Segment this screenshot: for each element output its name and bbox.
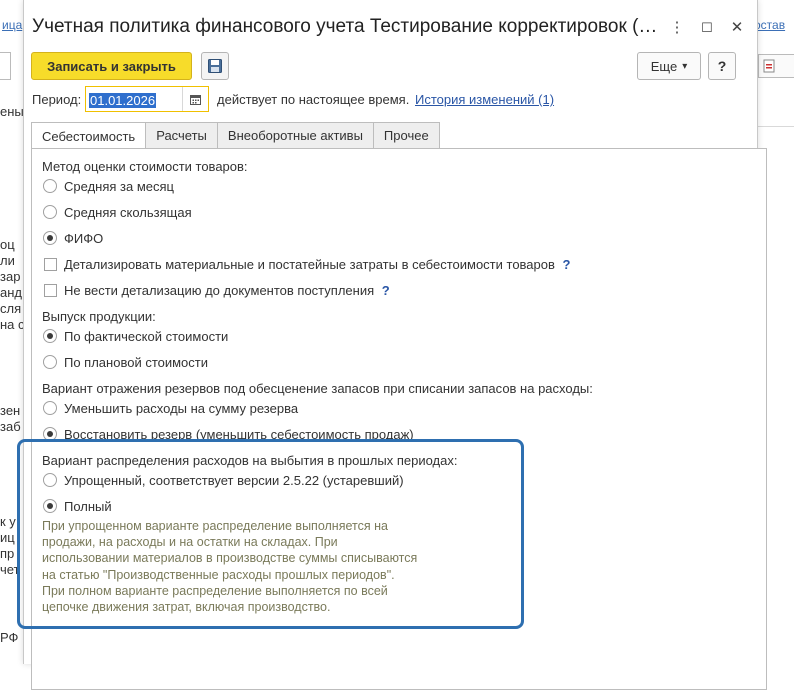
radio-label: По фактической стоимости bbox=[64, 329, 229, 344]
radio-label: По плановой стоимости bbox=[64, 355, 208, 370]
bg-fragment: иц bbox=[0, 530, 15, 545]
more-menu-icon[interactable]: ⋮ bbox=[668, 18, 686, 36]
radio-label: Упрощенный, соответствует версии 2.5.22 … bbox=[64, 473, 404, 488]
dialog-title: Учетная политика финансового учета Тести… bbox=[32, 16, 658, 37]
bg-button-fragment[interactable] bbox=[758, 54, 794, 78]
radio-reserve-restore[interactable] bbox=[43, 427, 57, 441]
radio-method-monthly[interactable] bbox=[43, 179, 57, 193]
checkbox-detail-costs[interactable] bbox=[44, 258, 57, 271]
period-date-input[interactable]: 01.01.2026 bbox=[85, 86, 209, 112]
radio-label: Уменьшить расходы на сумму резерва bbox=[64, 401, 299, 416]
bg-link-fragment[interactable]: остав bbox=[754, 18, 785, 32]
history-link[interactable]: История изменений (1) bbox=[415, 92, 554, 107]
radio-method-moving[interactable] bbox=[43, 205, 57, 219]
bg-fragment: ли bbox=[0, 253, 15, 268]
more-button[interactable]: Еще ▾ bbox=[637, 52, 701, 80]
radio-distribution-simplified[interactable] bbox=[43, 473, 57, 487]
tab-bar: Себестоимость Расчеты Внеоборотные актив… bbox=[31, 122, 440, 149]
tab-other[interactable]: Прочее bbox=[372, 122, 440, 148]
save-button[interactable] bbox=[201, 52, 229, 80]
radio-output-planned[interactable] bbox=[43, 355, 57, 369]
bg-fragment: анд bbox=[0, 285, 22, 300]
accounting-policy-dialog: Учетная политика финансового учета Тести… bbox=[23, 0, 767, 690]
radio-label: Средняя скользящая bbox=[64, 205, 192, 220]
bg-fragment: пр bbox=[0, 546, 15, 561]
radio-label: Восстановить резерв (уменьшить себестоим… bbox=[64, 427, 414, 442]
bg-fragment: на с bbox=[0, 317, 24, 332]
background-window-left: ица ены оц ли зар анд сля на с зен заб к… bbox=[0, 0, 24, 664]
more-label: Еще bbox=[650, 58, 678, 74]
maximize-icon[interactable]: ☐ bbox=[698, 20, 716, 36]
radio-output-actual[interactable] bbox=[43, 329, 57, 343]
bg-fragment: к у bbox=[0, 514, 16, 529]
chevron-down-icon: ▾ bbox=[682, 60, 688, 72]
bg-fragment: заб bbox=[0, 419, 21, 434]
period-status-text: действует по настоящее время. bbox=[217, 92, 410, 107]
radio-distribution-full[interactable] bbox=[43, 499, 57, 513]
checkbox-detail-costs-label: Детализировать материальные и постатейны… bbox=[64, 257, 555, 272]
reserve-label: Вариант отражения резервов под обесценен… bbox=[42, 381, 593, 396]
distribution-label: Вариант распределения расходов на выбыти… bbox=[42, 453, 458, 468]
help-question-icon[interactable]: ? bbox=[382, 283, 390, 298]
tab-settlements[interactable]: Расчеты bbox=[145, 122, 218, 148]
bg-fragment: оц bbox=[0, 237, 15, 252]
radio-method-fifo[interactable] bbox=[43, 231, 57, 245]
method-label: Метод оценки стоимости товаров: bbox=[42, 159, 248, 174]
checkbox-no-doc-detail[interactable] bbox=[44, 284, 57, 297]
bg-fragment: ица bbox=[2, 18, 23, 32]
checkbox-label: Детализировать материальные и постатейны… bbox=[64, 257, 570, 272]
help-question-icon[interactable]: ? bbox=[563, 257, 571, 272]
close-icon[interactable]: ✕ bbox=[728, 18, 746, 36]
tab-cost[interactable]: Себестоимость bbox=[31, 122, 147, 149]
radio-reserve-reduce[interactable] bbox=[43, 401, 57, 415]
bg-fragment: РФ bbox=[0, 630, 19, 645]
radio-label: Полный bbox=[64, 499, 112, 514]
save-and-close-button[interactable]: Записать и закрыть bbox=[31, 52, 192, 80]
distribution-hint: При упрощенном варианте распределение вы… bbox=[42, 519, 418, 615]
calendar-icon[interactable] bbox=[182, 87, 208, 111]
bg-fragment: ены bbox=[0, 104, 24, 119]
period-label: Период: bbox=[32, 92, 82, 107]
bg-fragment: сля bbox=[0, 301, 22, 316]
checkbox-no-doc-detail-label: Не вести детализацию до документов посту… bbox=[64, 283, 375, 298]
radio-label: Средняя за месяц bbox=[64, 179, 174, 194]
bg-fragment: зен bbox=[0, 403, 21, 418]
floppy-disk-icon bbox=[208, 59, 222, 73]
radio-label: ФИФО bbox=[64, 231, 104, 246]
tab-noncurrent-assets[interactable]: Внеоборотные активы bbox=[216, 122, 374, 148]
document-icon bbox=[763, 59, 775, 73]
bg-fragment: чет bbox=[0, 562, 20, 577]
checkbox-label: Не вести детализацию до документов посту… bbox=[64, 283, 390, 298]
bg-button-fragment bbox=[0, 52, 11, 80]
output-label: Выпуск продукции: bbox=[42, 309, 156, 324]
help-button[interactable]: ? bbox=[708, 52, 736, 80]
period-date-value: 01.01.2026 bbox=[89, 93, 157, 108]
bg-divider bbox=[754, 126, 794, 127]
bg-fragment: зар bbox=[0, 269, 21, 284]
